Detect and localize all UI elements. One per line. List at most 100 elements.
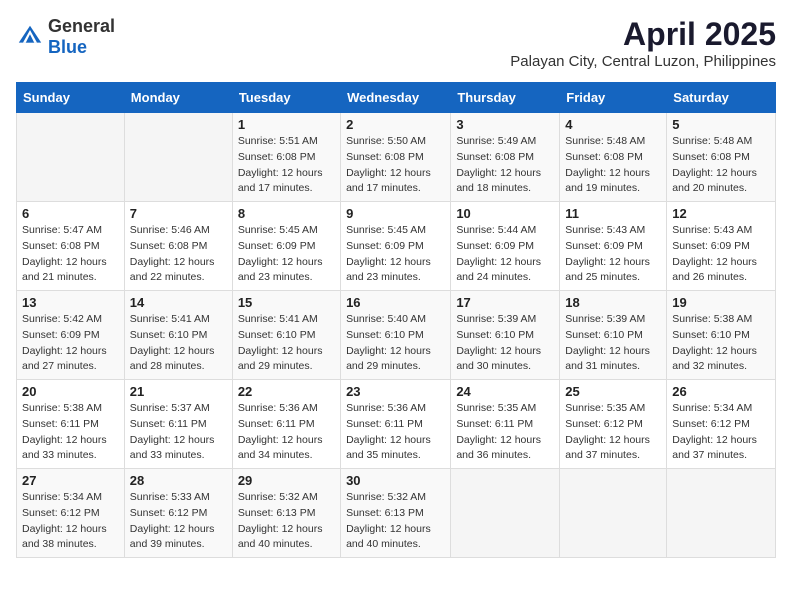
weekday-header-wednesday: Wednesday <box>341 83 451 113</box>
calendar-cell <box>560 469 667 558</box>
cell-info: Sunrise: 5:44 AMSunset: 6:09 PMDaylight:… <box>456 224 541 283</box>
calendar-cell: 12 Sunrise: 5:43 AMSunset: 6:09 PMDayligh… <box>667 202 776 291</box>
calendar-cell: 25 Sunrise: 5:35 AMSunset: 6:12 PMDayligh… <box>560 380 667 469</box>
day-number: 23 <box>346 384 445 399</box>
cell-info: Sunrise: 5:36 AMSunset: 6:11 PMDaylight:… <box>238 402 323 461</box>
calendar-cell: 2Sunrise: 5:50 AMSunset: 6:08 PMDaylight… <box>341 113 451 202</box>
day-number: 7 <box>130 206 227 221</box>
cell-info: Sunrise: 5:48 AMSunset: 6:08 PMDaylight:… <box>672 135 757 194</box>
calendar-cell: 27Sunrise: 5:34 AMSunset: 6:12 PMDayligh… <box>17 469 125 558</box>
day-number: 1 <box>238 117 335 132</box>
cell-info: Sunrise: 5:45 AMSunset: 6:09 PMDaylight:… <box>238 224 323 283</box>
cell-info: Sunrise: 5:47 AMSunset: 6:08 PMDaylight:… <box>22 224 107 283</box>
calendar-cell: 6 Sunrise: 5:47 AMSunset: 6:08 PMDaylight… <box>17 202 125 291</box>
main-title: April 2025 <box>510 16 776 53</box>
cell-info: Sunrise: 5:32 AMSunset: 6:13 PMDaylight:… <box>238 491 323 550</box>
calendar-cell <box>451 469 560 558</box>
week-row-1: 1 Sunrise: 5:51 AMSunset: 6:08 PMDaylight… <box>17 113 776 202</box>
cell-info: Sunrise: 5:39 AMSunset: 6:10 PMDaylight:… <box>456 313 541 372</box>
day-number: 21 <box>130 384 227 399</box>
header: General Blue April 2025 Palayan City, Ce… <box>16 16 776 70</box>
weekday-header-thursday: Thursday <box>451 83 560 113</box>
cell-info: Sunrise: 5:43 AMSunset: 6:09 PMDaylight:… <box>565 224 650 283</box>
calendar-cell: 10Sunrise: 5:44 AMSunset: 6:09 PMDayligh… <box>451 202 560 291</box>
weekday-header-saturday: Saturday <box>667 83 776 113</box>
day-number: 16 <box>346 295 445 310</box>
day-number: 19 <box>672 295 770 310</box>
day-number: 11 <box>565 206 661 221</box>
calendar-cell: 19 Sunrise: 5:38 AMSunset: 6:10 PMDayligh… <box>667 291 776 380</box>
cell-info: Sunrise: 5:34 AMSunset: 6:12 PMDaylight:… <box>672 402 757 461</box>
logo-icon <box>16 23 44 51</box>
day-number: 28 <box>130 473 227 488</box>
calendar-cell: 17 Sunrise: 5:39 AMSunset: 6:10 PMDayligh… <box>451 291 560 380</box>
cell-info: Sunrise: 5:43 AMSunset: 6:09 PMDaylight:… <box>672 224 757 283</box>
day-number: 27 <box>22 473 119 488</box>
day-number: 13 <box>22 295 119 310</box>
calendar-table: SundayMondayTuesdayWednesdayThursdayFrid… <box>16 82 776 558</box>
day-number: 25 <box>565 384 661 399</box>
calendar-cell: 13 Sunrise: 5:42 AMSunset: 6:09 PMDayligh… <box>17 291 125 380</box>
logo: General Blue <box>16 16 115 58</box>
cell-info: Sunrise: 5:33 AMSunset: 6:12 PMDaylight:… <box>130 491 215 550</box>
calendar-cell: 20Sunrise: 5:38 AMSunset: 6:11 PMDayligh… <box>17 380 125 469</box>
cell-info: Sunrise: 5:51 AMSunset: 6:08 PMDaylight:… <box>238 135 323 194</box>
day-number: 5 <box>672 117 770 132</box>
day-number: 26 <box>672 384 770 399</box>
weekday-header-monday: Monday <box>124 83 232 113</box>
day-number: 17 <box>456 295 554 310</box>
calendar-cell: 14 Sunrise: 5:41 AMSunset: 6:10 PMDayligh… <box>124 291 232 380</box>
calendar-cell <box>124 113 232 202</box>
cell-info: Sunrise: 5:32 AMSunset: 6:13 PMDaylight:… <box>346 491 431 550</box>
cell-info: Sunrise: 5:37 AMSunset: 6:11 PMDaylight:… <box>130 402 215 461</box>
calendar-cell: 21 Sunrise: 5:37 AMSunset: 6:11 PMDayligh… <box>124 380 232 469</box>
cell-info: Sunrise: 5:49 AMSunset: 6:08 PMDaylight:… <box>456 135 541 194</box>
week-row-2: 6 Sunrise: 5:47 AMSunset: 6:08 PMDaylight… <box>17 202 776 291</box>
calendar-cell: 15Sunrise: 5:41 AMSunset: 6:10 PMDayligh… <box>232 291 340 380</box>
day-number: 15 <box>238 295 335 310</box>
day-number: 6 <box>22 206 119 221</box>
calendar-cell: 5 Sunrise: 5:48 AMSunset: 6:08 PMDaylight… <box>667 113 776 202</box>
title-area: April 2025 Palayan City, Central Luzon, … <box>510 16 776 70</box>
cell-info: Sunrise: 5:38 AMSunset: 6:11 PMDaylight:… <box>22 402 107 461</box>
weekday-header-row: SundayMondayTuesdayWednesdayThursdayFrid… <box>17 83 776 113</box>
cell-info: Sunrise: 5:50 AMSunset: 6:08 PMDaylight:… <box>346 135 431 194</box>
subtitle: Palayan City, Central Luzon, Philippines <box>510 53 776 70</box>
day-number: 3 <box>456 117 554 132</box>
cell-info: Sunrise: 5:35 AMSunset: 6:12 PMDaylight:… <box>565 402 650 461</box>
week-row-3: 13 Sunrise: 5:42 AMSunset: 6:09 PMDayligh… <box>17 291 776 380</box>
calendar-cell: 3 Sunrise: 5:49 AMSunset: 6:08 PMDaylight… <box>451 113 560 202</box>
cell-info: Sunrise: 5:38 AMSunset: 6:10 PMDaylight:… <box>672 313 757 372</box>
calendar-cell <box>667 469 776 558</box>
weekday-header-sunday: Sunday <box>17 83 125 113</box>
weekday-header-friday: Friday <box>560 83 667 113</box>
day-number: 22 <box>238 384 335 399</box>
day-number: 29 <box>238 473 335 488</box>
day-number: 8 <box>238 206 335 221</box>
cell-info: Sunrise: 5:35 AMSunset: 6:11 PMDaylight:… <box>456 402 541 461</box>
calendar-cell: 16Sunrise: 5:40 AMSunset: 6:10 PMDayligh… <box>341 291 451 380</box>
calendar-cell: 1 Sunrise: 5:51 AMSunset: 6:08 PMDaylight… <box>232 113 340 202</box>
day-number: 12 <box>672 206 770 221</box>
calendar-cell: 7 Sunrise: 5:46 AMSunset: 6:08 PMDaylight… <box>124 202 232 291</box>
cell-info: Sunrise: 5:46 AMSunset: 6:08 PMDaylight:… <box>130 224 215 283</box>
day-number: 30 <box>346 473 445 488</box>
week-row-4: 20Sunrise: 5:38 AMSunset: 6:11 PMDayligh… <box>17 380 776 469</box>
calendar-cell: 28 Sunrise: 5:33 AMSunset: 6:12 PMDayligh… <box>124 469 232 558</box>
logo-general: General <box>48 16 115 36</box>
calendar-cell: 30 Sunrise: 5:32 AMSunset: 6:13 PMDayligh… <box>341 469 451 558</box>
calendar-cell: 4 Sunrise: 5:48 AMSunset: 6:08 PMDaylight… <box>560 113 667 202</box>
calendar-cell: 11 Sunrise: 5:43 AMSunset: 6:09 PMDayligh… <box>560 202 667 291</box>
day-number: 9 <box>346 206 445 221</box>
cell-info: Sunrise: 5:48 AMSunset: 6:08 PMDaylight:… <box>565 135 650 194</box>
calendar-cell: 22 Sunrise: 5:36 AMSunset: 6:11 PMDayligh… <box>232 380 340 469</box>
calendar-cell: 26 Sunrise: 5:34 AMSunset: 6:12 PMDayligh… <box>667 380 776 469</box>
logo-text: General Blue <box>48 16 115 58</box>
day-number: 14 <box>130 295 227 310</box>
calendar-cell <box>17 113 125 202</box>
cell-info: Sunrise: 5:42 AMSunset: 6:09 PMDaylight:… <box>22 313 107 372</box>
cell-info: Sunrise: 5:41 AMSunset: 6:10 PMDaylight:… <box>130 313 215 372</box>
day-number: 4 <box>565 117 661 132</box>
week-row-5: 27Sunrise: 5:34 AMSunset: 6:12 PMDayligh… <box>17 469 776 558</box>
calendar-cell: 24Sunrise: 5:35 AMSunset: 6:11 PMDayligh… <box>451 380 560 469</box>
